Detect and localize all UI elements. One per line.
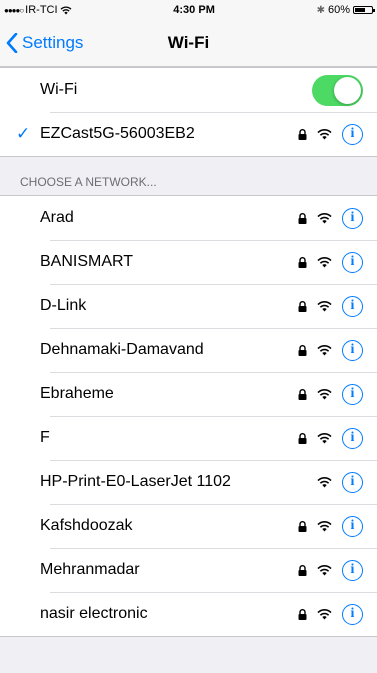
network-row[interactable]: Dehnamaki-Damavand i — [0, 328, 377, 372]
info-button[interactable]: i — [342, 559, 363, 581]
network-icons: i — [297, 515, 377, 537]
info-button[interactable]: i — [342, 123, 363, 145]
lock-icon — [297, 300, 307, 312]
lock-icon — [297, 344, 307, 356]
lock-icon — [297, 212, 307, 224]
info-button[interactable]: i — [342, 251, 363, 273]
info-button[interactable]: i — [342, 383, 363, 405]
network-row[interactable]: Fi — [0, 416, 377, 460]
navigation-bar: Settings Wi-Fi — [0, 20, 377, 67]
wifi-signal-icon — [317, 476, 332, 487]
wifi-signal-icon — [317, 128, 332, 139]
network-row[interactable]: nasir electronic i — [0, 592, 377, 636]
network-icons: i — [297, 559, 377, 581]
signal-strength-icon: ●●●●○ — [4, 5, 24, 15]
network-icons: i — [297, 383, 377, 405]
network-icons: i — [297, 603, 377, 625]
wifi-signal-icon — [317, 608, 332, 619]
network-list: Arad i BANISMART i D-Link i Dehnamaki-Damavand… — [0, 195, 377, 637]
network-icons: i — [297, 471, 377, 493]
wifi-settings-group: Wi-Fi ✓ EZCast5G-56003EB2 i — [0, 67, 377, 157]
wifi-signal-icon — [317, 520, 332, 531]
info-button[interactable]: i — [342, 515, 363, 537]
status-bar-left: ●●●●○ IR-TCI — [4, 4, 72, 16]
checkmark-icon: ✓ — [16, 124, 31, 143]
toggle-knob — [334, 76, 361, 104]
lock-icon — [297, 256, 307, 268]
carrier-name: IR-TCI — [25, 4, 58, 16]
wifi-signal-icon — [317, 344, 332, 355]
network-icons: i — [297, 295, 377, 317]
info-button[interactable]: i — [342, 427, 363, 449]
lock-icon — [297, 520, 307, 532]
network-name: Kafshdoozak — [40, 517, 133, 534]
wifi-signal-icon — [317, 564, 332, 575]
wifi-status-icon — [60, 5, 72, 14]
network-name: HP-Print-E0-LaserJet 1102 — [40, 473, 231, 490]
network-name: D-Link — [40, 297, 87, 314]
network-icons: i — [297, 339, 377, 361]
connected-network-name: EZCast5G-56003EB2 — [40, 125, 195, 142]
lock-icon — [297, 564, 307, 576]
network-row[interactable]: Ebraheme i — [0, 372, 377, 416]
wifi-signal-icon — [317, 432, 332, 443]
battery-icon — [353, 6, 375, 14]
battery-fill — [355, 8, 365, 12]
wifi-signal-icon — [317, 300, 332, 311]
info-button[interactable]: i — [342, 295, 363, 317]
network-name: Mehranmadar — [40, 561, 140, 578]
battery-percent: 60% — [327, 4, 350, 16]
choose-network-header: CHOOSE A NETWORK... — [20, 175, 157, 189]
wifi-signal-icon — [317, 256, 332, 267]
network-name: nasir electronic — [40, 605, 148, 622]
info-button[interactable]: i — [342, 207, 363, 229]
network-name: Dehnamaki-Damavand — [40, 341, 204, 358]
status-bar: ●●●●○ IR-TCI 4:30 PM ✱ 60% — [0, 0, 377, 20]
network-row[interactable]: Kafshdoozak i — [0, 504, 377, 548]
network-row[interactable]: BANISMART i — [0, 240, 377, 284]
network-row[interactable]: D-Link i — [0, 284, 377, 328]
network-name: F — [40, 429, 50, 446]
bluetooth-icon: ✱ — [316, 4, 325, 16]
network-name: BANISMART — [40, 253, 134, 270]
network-name: Ebraheme — [40, 385, 114, 402]
wifi-toggle-label: Wi-Fi — [40, 81, 78, 98]
info-button[interactable]: i — [342, 471, 363, 493]
network-name: Arad — [40, 209, 74, 226]
status-time: 4:30 PM — [173, 4, 215, 16]
lock-icon — [297, 608, 307, 620]
lock-icon — [297, 388, 307, 400]
info-button[interactable]: i — [342, 339, 363, 361]
info-button[interactable]: i — [342, 603, 363, 625]
lock-icon — [297, 432, 307, 444]
lock-icon — [297, 128, 307, 140]
network-icons: i — [297, 123, 377, 145]
network-icons: i — [297, 207, 377, 229]
network-row[interactable]: Arad i — [0, 196, 377, 240]
network-icons: i — [297, 251, 377, 273]
wifi-signal-icon — [317, 212, 332, 223]
wifi-signal-icon — [317, 388, 332, 399]
page-title: Wi-Fi — [167, 33, 210, 52]
wifi-toggle-row: Wi-Fi — [0, 68, 377, 112]
network-row[interactable]: Mehranmadar i — [0, 548, 377, 592]
connected-network-row[interactable]: ✓ EZCast5G-56003EB2 i — [0, 112, 377, 156]
status-bar-right: ✱ 60% — [316, 4, 375, 16]
network-icons: i — [297, 427, 377, 449]
wifi-toggle-switch[interactable] — [312, 74, 363, 106]
network-row[interactable]: HP-Print-E0-LaserJet 1102 i — [0, 460, 377, 504]
